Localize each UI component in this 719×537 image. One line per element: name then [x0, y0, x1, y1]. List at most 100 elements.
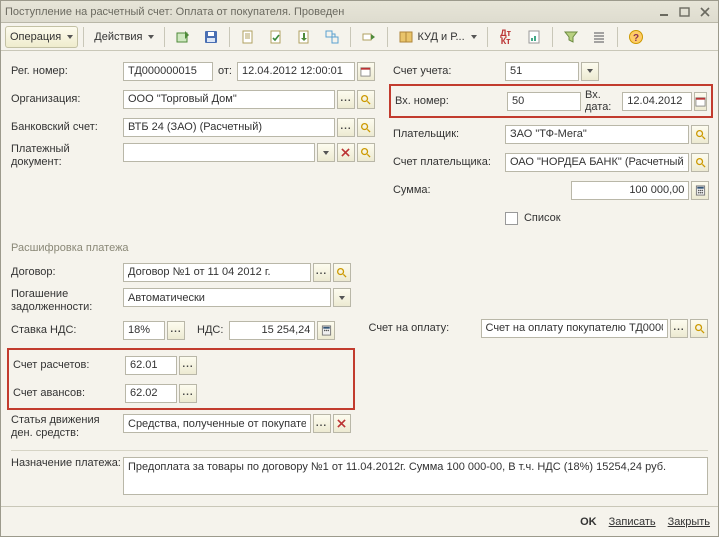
search-icon[interactable]	[691, 153, 709, 172]
vat-input[interactable]	[229, 321, 315, 340]
search-icon[interactable]	[357, 143, 375, 162]
account-input[interactable]	[505, 62, 579, 81]
close-button[interactable]	[696, 4, 714, 20]
dropdown-button[interactable]	[581, 62, 599, 81]
clear-icon[interactable]	[337, 143, 355, 162]
calculator-icon[interactable]	[317, 321, 335, 340]
toolbar-separator	[350, 27, 351, 47]
acc-settle-label: Счет расчетов:	[13, 359, 125, 371]
vat-label: НДС:	[197, 324, 223, 336]
help-icon[interactable]: ?	[623, 26, 649, 48]
doc-icon[interactable]	[235, 26, 261, 48]
payer-input[interactable]	[505, 125, 689, 144]
search-icon[interactable]	[690, 319, 708, 338]
kudr-label: КУД и Р...	[417, 31, 464, 43]
content: Рег. номер: от: Организация: ...	[1, 51, 718, 506]
left-column: Рег. номер: от: Организация: ...	[11, 59, 375, 234]
select-button[interactable]: ...	[337, 118, 355, 137]
actions-dropdown[interactable]: Действия	[89, 26, 159, 48]
operation-dropdown[interactable]: Операция	[5, 26, 78, 48]
in-date-label: Вх. дата:	[585, 89, 616, 113]
paydoc-input[interactable]	[123, 143, 315, 162]
actions-label: Действия	[94, 31, 142, 43]
account-label: Счет учета:	[393, 65, 505, 77]
link-icon[interactable]	[319, 26, 345, 48]
in-num-label: Вх. номер:	[395, 95, 507, 107]
toolbar-separator	[83, 27, 84, 47]
contract-input[interactable]	[123, 263, 311, 282]
minimize-button[interactable]	[656, 4, 674, 20]
bank-input[interactable]	[123, 118, 335, 137]
search-icon[interactable]	[357, 90, 375, 109]
acc-settle-input[interactable]	[125, 356, 177, 375]
doc-arrow-icon[interactable]	[291, 26, 317, 48]
list-checkbox-label: Список	[524, 212, 561, 224]
select-button[interactable]: ...	[179, 384, 197, 403]
calendar-icon[interactable]	[694, 92, 707, 111]
invoice-label: Счет на оплату:	[369, 322, 481, 334]
toolbar-separator	[617, 27, 618, 47]
purpose-textarea[interactable]: Предоплата за товары по договору №1 от 1…	[123, 457, 708, 495]
dtkt-icon[interactable]: ДтКт	[493, 26, 519, 48]
calendar-icon[interactable]	[357, 62, 375, 81]
in-date-input[interactable]	[622, 92, 692, 111]
cashflow-label: Статья движения ден. средств:	[11, 414, 123, 440]
close-link[interactable]: Закрыть	[668, 516, 710, 528]
sum-label: Сумма:	[393, 184, 505, 196]
filter-icon[interactable]	[558, 26, 584, 48]
post-icon[interactable]	[170, 26, 196, 48]
cashflow-input[interactable]	[123, 414, 311, 433]
in-num-input[interactable]	[507, 92, 581, 111]
titlebar: Поступление на расчетный счет: Оплата от…	[1, 1, 718, 23]
debt-input[interactable]	[123, 288, 331, 307]
report-icon[interactable]	[521, 26, 547, 48]
org-input[interactable]	[123, 90, 335, 109]
debt-label: Погашение задолженности:	[11, 288, 123, 314]
select-button[interactable]: ...	[179, 356, 197, 375]
list-checkbox[interactable]	[505, 212, 518, 225]
svg-text:?: ?	[633, 33, 639, 44]
invoice-input[interactable]	[481, 319, 669, 338]
search-icon[interactable]	[691, 125, 709, 144]
goto-icon[interactable]	[356, 26, 382, 48]
reg-number-input[interactable]	[123, 62, 213, 81]
book-icon	[398, 29, 414, 45]
clear-icon[interactable]	[333, 414, 351, 433]
save-button[interactable]: Записать	[609, 516, 656, 528]
right-column: Счет учета: Вх. номер: Вх. дата:	[393, 59, 709, 234]
toolbar-separator	[487, 27, 488, 47]
select-button[interactable]: ...	[337, 90, 355, 109]
reg-date-input[interactable]	[237, 62, 355, 81]
toolbar-separator	[552, 27, 553, 47]
acc-adv-label: Счет авансов:	[13, 387, 125, 399]
toolbar-separator	[387, 27, 388, 47]
payer-acc-input[interactable]	[505, 153, 689, 172]
window: Поступление на расчетный счет: Оплата от…	[0, 0, 719, 537]
toolbar-separator	[229, 27, 230, 47]
maximize-button[interactable]	[676, 4, 694, 20]
select-button[interactable]: ...	[167, 321, 185, 340]
ok-button[interactable]: OK	[580, 516, 597, 528]
footer: OK Записать Закрыть	[1, 506, 718, 536]
sum-input[interactable]	[571, 181, 689, 200]
doc-check-icon[interactable]	[263, 26, 289, 48]
list-icon[interactable]	[586, 26, 612, 48]
org-label: Организация:	[11, 93, 123, 105]
decode-title: Расшифровка платежа	[11, 242, 708, 254]
search-icon[interactable]	[357, 118, 375, 137]
search-icon[interactable]	[333, 263, 351, 282]
dropdown-button[interactable]	[333, 288, 351, 307]
vat-rate-input[interactable]	[123, 321, 165, 340]
calculator-icon[interactable]	[691, 181, 709, 200]
select-button[interactable]: ...	[670, 319, 688, 338]
select-button[interactable]: ...	[313, 414, 331, 433]
dropdown-button[interactable]	[317, 143, 335, 162]
operation-label: Операция	[10, 31, 61, 43]
vat-rate-label: Ставка НДС:	[11, 324, 123, 336]
kudr-button[interactable]: КУД и Р...	[393, 26, 481, 48]
select-button[interactable]: ...	[313, 263, 331, 282]
save-icon[interactable]	[198, 26, 224, 48]
toolbar: Операция Действия КУД и Р... ДтКт ?	[1, 23, 718, 51]
window-title: Поступление на расчетный счет: Оплата от…	[5, 6, 654, 18]
acc-adv-input[interactable]	[125, 384, 177, 403]
